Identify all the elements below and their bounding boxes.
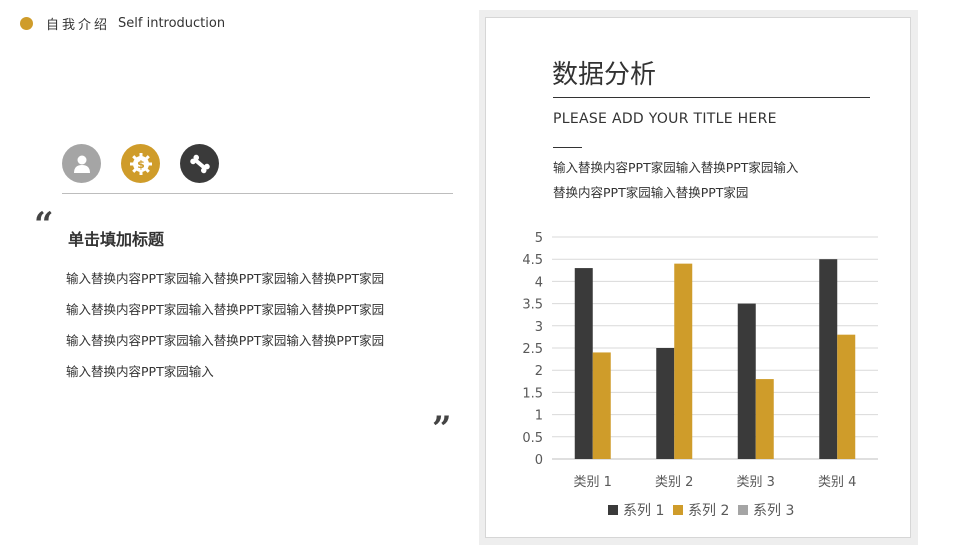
y-tick-label: 4	[535, 275, 543, 290]
y-tick-label: 3.5	[522, 298, 543, 313]
y-tick-label: 2.5	[522, 342, 543, 357]
header-title-cn: 自我介绍	[46, 18, 111, 33]
bone-icon[interactable]	[180, 144, 219, 183]
y-tick-label: 0	[535, 453, 543, 468]
bar	[592, 352, 611, 459]
bar	[674, 263, 693, 459]
left-title: 单击填加标题	[68, 230, 165, 249]
close-quote-icon: ”	[432, 409, 452, 449]
body-line: 输入替换内容PPT家园输入替换PPT家园输入替换PPT家园	[66, 271, 385, 286]
body-line: 输入替换内容PPT家园输入	[66, 364, 214, 379]
open-quote-icon: “	[34, 205, 54, 245]
legend-label: 系列 2	[688, 503, 729, 519]
body-line: 输入替换内容PPT家园输入替换PPT家园输入替换PPT家园	[66, 333, 385, 348]
legend-label: 系列 1	[623, 503, 664, 519]
y-tick-label: 4.5	[522, 253, 543, 268]
bar-chart: 0 0.5 1 1.5 2 2.5 3 3.5 4 4.5 5 类别 1 类别 2 类别 3 类别 4 系列 …	[522, 231, 878, 519]
bar	[755, 379, 774, 459]
y-tick-label: 3	[535, 320, 543, 335]
legend-label: 系列 3	[753, 503, 794, 519]
dollar-gear-icon[interactable]: $	[121, 144, 160, 183]
y-tick-label: 1	[535, 409, 543, 424]
card-title: 数据分析	[552, 60, 657, 90]
card-subtitle: PLEASE ADD YOUR TITLE HERE	[553, 111, 777, 127]
legend-swatch	[608, 505, 618, 515]
legend-swatch	[738, 505, 748, 515]
header-title-en: Self introduction	[118, 16, 226, 31]
body-line: 输入替换内容PPT家园输入替换PPT家园输入替换PPT家园	[66, 302, 385, 317]
card-title-rule	[553, 97, 870, 98]
desc-line: 替换内容PPT家园输入替换PPT家园	[553, 185, 749, 200]
card-short-rule	[553, 147, 582, 148]
x-tick-label: 类别 1	[574, 475, 612, 490]
bar	[656, 348, 675, 459]
bar	[837, 334, 856, 459]
y-tick-label: 5	[535, 231, 543, 246]
x-tick-label: 类别 3	[737, 475, 775, 490]
left-body: 输入替换内容PPT家园输入替换PPT家园输入替换PPT家园 输入替换内容PPT家…	[66, 270, 384, 394]
y-tick-label: 2	[535, 364, 543, 379]
desc-line: 输入替换内容PPT家园输入替换PPT家园输入	[553, 160, 799, 175]
card-desc: 输入替换内容PPT家园输入替换PPT家园输入 替换内容PPT家园输入替换PPT家…	[553, 159, 798, 209]
y-tick-label: 1.5	[522, 386, 543, 401]
bar	[819, 259, 838, 459]
x-tick-label: 类别 2	[655, 475, 693, 490]
y-tick-label: 0.5	[522, 431, 543, 446]
icon-row: $	[62, 144, 239, 183]
header: 自我介绍 Self introduction	[20, 14, 225, 33]
bullet-dot-icon	[20, 17, 33, 30]
legend-swatch	[673, 505, 683, 515]
bar	[737, 303, 756, 459]
divider-line	[62, 193, 453, 194]
x-tick-label: 类别 4	[818, 475, 856, 490]
user-icon[interactable]	[62, 144, 101, 183]
bar	[574, 268, 593, 459]
svg-text:$: $	[137, 158, 145, 171]
